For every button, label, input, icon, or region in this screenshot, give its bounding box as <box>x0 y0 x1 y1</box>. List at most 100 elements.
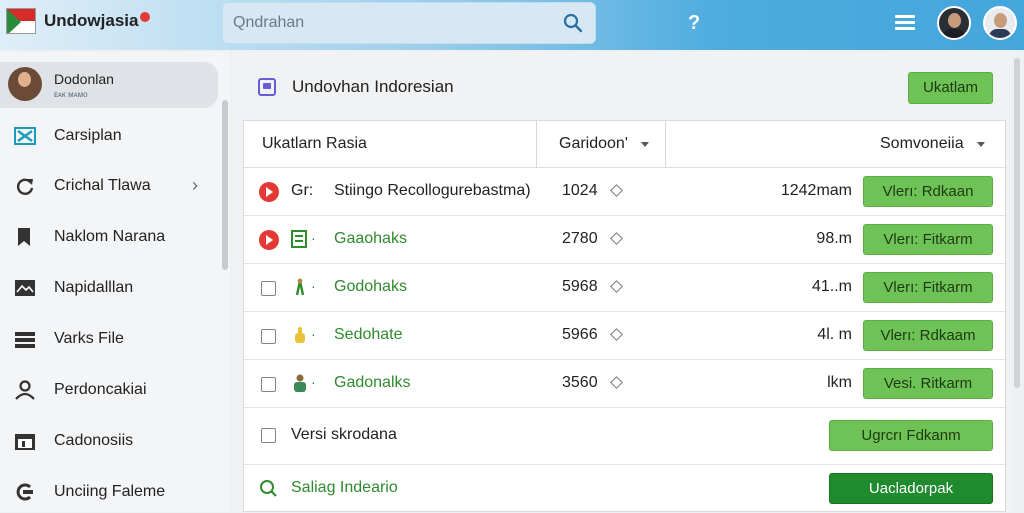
sidebar-item-label: Cadonosiis <box>54 432 134 449</box>
search-icon[interactable] <box>563 13 583 33</box>
sidebar-item-label: Perdoncakiai <box>54 381 147 398</box>
avatar <box>8 67 42 101</box>
sidebar-item-unciing-faleme[interactable]: Unciing Faleme <box>0 472 218 512</box>
row-number: 3560 <box>562 374 598 391</box>
sidebar-user-card[interactable]: Dodonlan ᴇᴀᴋ ᴍᴀᴍᴏ <box>0 62 218 108</box>
sync-icon <box>16 483 33 501</box>
row-prefix: · <box>311 326 316 342</box>
row-number: 5968 <box>562 278 598 295</box>
table-row[interactable]: · Gaaohaks 2780 98.m Vlerı: Fitkarm <box>244 216 1007 264</box>
search-bar <box>222 2 596 44</box>
sidebar-item-label: Crichal Tlawa <box>54 177 151 194</box>
sidebar-item-carsiplan[interactable]: Carsiplan <box>0 116 218 156</box>
row-prefix: · <box>311 374 316 390</box>
chevron-down-icon <box>641 142 649 147</box>
row-value: 1242mam <box>780 182 852 199</box>
page-title: Undovhan Indoresian <box>292 77 454 96</box>
data-panel: Ukatlarn Rasia Garidoon' Somvoneiia Gr: … <box>243 120 1007 513</box>
sidebar-item-cadonosiis[interactable]: Cadonosiis <box>0 421 218 461</box>
row-action-button[interactable]: Vlerı: Rdkaan <box>863 176 993 207</box>
image-icon <box>15 280 35 296</box>
row-value: 41..m <box>811 278 852 295</box>
app-brand-name: Undowjasia <box>44 11 139 30</box>
table-row[interactable]: Versi skrodana Ugrcrı Fdkanm <box>244 408 1007 465</box>
play-icon[interactable] <box>259 182 279 202</box>
person-icon <box>15 380 35 400</box>
play-icon[interactable] <box>259 230 279 250</box>
bookmark-icon <box>18 228 30 246</box>
filter-label: Ukatlarn Rasia <box>262 135 367 152</box>
filter-bar: Ukatlarn Rasia Garidoon' Somvoneiia <box>244 121 1007 168</box>
table-row[interactable]: · Gadonalks 3560 lkm Vesi. Ritkarm <box>244 360 1007 408</box>
row-value: lkm <box>827 374 852 391</box>
row-number: 2780 <box>562 230 598 247</box>
person-figure-icon <box>294 374 306 392</box>
flag-icon <box>6 8 36 34</box>
sidebar-item-perdoncakiai[interactable]: Perdoncakiai <box>0 370 218 410</box>
table-row[interactable]: · Godohaks 5968 41..m Vlerı: Fitkarm <box>244 264 1007 312</box>
sidebar-item-napidalllan[interactable]: Napidalllan <box>0 268 218 308</box>
row-prefix: · <box>311 230 316 246</box>
help-icon[interactable]: ? <box>688 12 700 35</box>
sidebar-item-label: Carsiplan <box>54 127 122 144</box>
notification-dot-icon <box>140 12 151 22</box>
diamond-icon <box>610 328 623 341</box>
row-action-button[interactable]: Ugrcrı Fdkanm <box>829 420 993 451</box>
diamond-icon <box>610 280 623 293</box>
user-name: Dodonlan <box>54 71 114 87</box>
row-checkbox[interactable] <box>261 329 276 344</box>
user-subtitle: ᴇᴀᴋ ᴍᴀᴍᴏ <box>54 90 88 99</box>
row-prefix: Gr: <box>291 182 314 199</box>
x-grid-icon <box>14 127 36 145</box>
row-action-button[interactable]: Vlerı: Fitkarm <box>863 272 993 303</box>
table-row[interactable]: · Sedohate 5966 4l. m Vlerı: Rdkaam <box>244 312 1007 360</box>
diamond-icon <box>610 232 623 245</box>
calendar-icon <box>15 434 35 450</box>
sidebar-item-label: Varks File <box>54 330 124 347</box>
row-action-button[interactable]: Vesi. Ritkarm <box>863 368 993 399</box>
row-action-button[interactable]: Vlerı: Fitkarm <box>863 224 993 255</box>
document-icon <box>291 230 307 248</box>
row-checkbox[interactable] <box>261 377 276 392</box>
dropdown-value: Somvoneiia <box>880 135 964 152</box>
search-input[interactable] <box>233 11 553 35</box>
sidebar-item-crichal-tlawa[interactable]: Crichal Tlawa › <box>0 166 218 206</box>
avatar-user-2[interactable] <box>983 6 1017 40</box>
sidebar-item-label: Naklom Narana <box>54 228 166 245</box>
hamburger-menu-icon[interactable] <box>895 15 915 31</box>
sidebar-item-label: Unciing Faleme <box>54 483 166 500</box>
sidebar-scrollbar[interactable] <box>222 100 228 270</box>
figure-icon <box>295 278 305 296</box>
main-scrollbar[interactable] <box>1014 58 1020 388</box>
chevron-down-icon <box>977 142 985 147</box>
search-icon <box>260 480 277 497</box>
thumbs-up-icon <box>295 327 305 343</box>
row-checkbox[interactable] <box>261 428 276 443</box>
filter-dropdown-1[interactable]: Garidoon' <box>536 121 666 168</box>
page-icon <box>258 78 276 96</box>
chevron-right-icon[interactable]: › <box>192 175 198 196</box>
top-bar: Undowjasia ? <box>0 0 1024 50</box>
diamond-icon <box>610 184 623 197</box>
dropdown-value: Garidoon' <box>559 135 628 152</box>
avatar-user-1[interactable] <box>937 6 971 40</box>
row-value: 98.m <box>816 230 852 247</box>
row-action-button[interactable]: Vlerı: Rdkaam <box>863 320 993 351</box>
sidebar-item-naklom-narana[interactable]: Naklom Narana <box>0 217 218 257</box>
stack-icon <box>15 332 35 348</box>
row-name: Gaaohaks <box>334 230 407 247</box>
sidebar-item-varks-file[interactable]: Varks File <box>0 319 218 359</box>
refresh-icon <box>16 178 34 195</box>
app-logo[interactable]: Undowjasia <box>6 8 151 34</box>
row-number: 1024 <box>562 182 598 199</box>
primary-action-button[interactable]: Ukatlam <box>908 72 993 104</box>
row-value: 4l. m <box>817 326 852 343</box>
sidebar: Dodonlan ᴇᴀᴋ ᴍᴀᴍᴏ Carsiplan Crichal Tlaw… <box>0 52 230 512</box>
table-row[interactable]: Gr: Stiingo Recollogurebastma) 1024 1242… <box>244 168 1007 216</box>
table-row[interactable]: Saliag Indeario Uacladorpak <box>244 465 1007 513</box>
row-name: Versi skrodana <box>291 426 397 443</box>
row-action-button[interactable]: Uacladorpak <box>829 473 993 504</box>
diamond-icon <box>610 376 623 389</box>
row-name: Sedohate <box>334 326 403 343</box>
row-checkbox[interactable] <box>261 281 276 296</box>
